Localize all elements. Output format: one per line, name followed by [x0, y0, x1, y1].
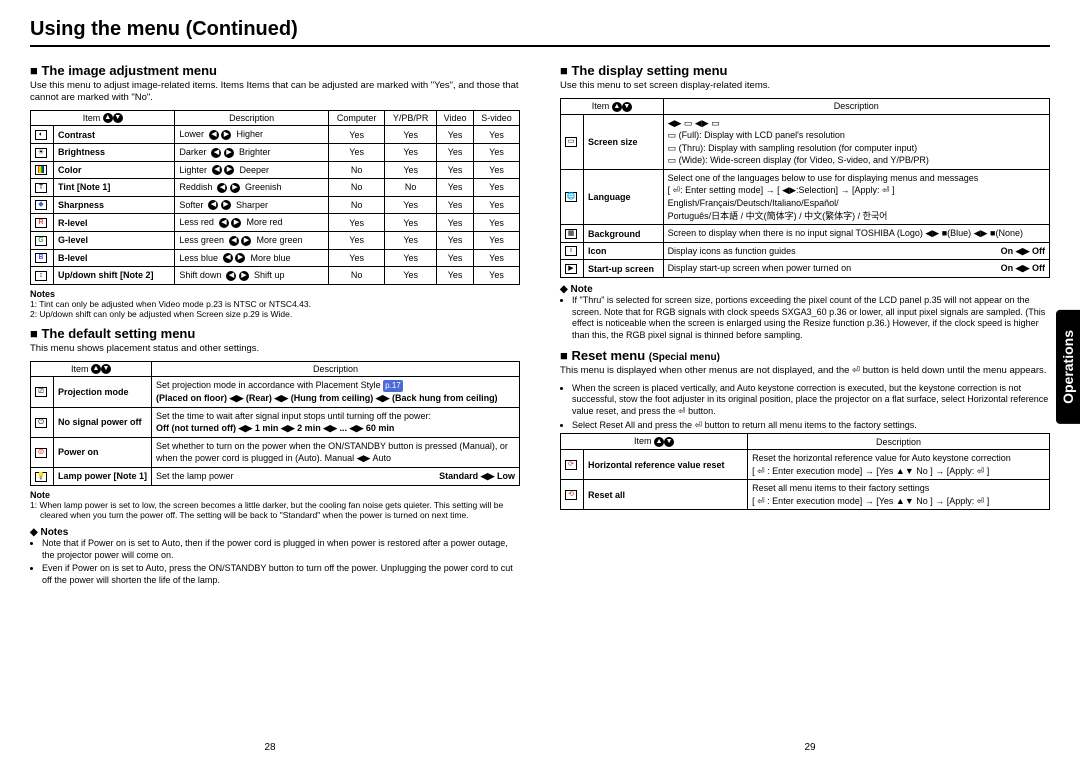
bl-icon — [35, 253, 47, 263]
icon-icon — [565, 246, 577, 256]
table-row: Power onSet whether to turn on the power… — [31, 437, 520, 467]
image-menu-intro: Use this menu to adjust image-related it… — [30, 80, 520, 104]
lang-icon — [565, 192, 577, 202]
hrz-icon — [565, 460, 577, 470]
table-row: LanguageSelect one of the languages belo… — [561, 169, 1050, 224]
display-menu-title: ■ The display setting menu — [560, 63, 1050, 78]
table-row: Screen size◀▶ ▭ ◀▶ ▭▭ (Full): Display wi… — [561, 114, 1050, 169]
display-menu-intro: Use this menu to set screen display-rela… — [560, 80, 1050, 92]
table-row: Brightness Darker Brighter YesYesYesYes — [31, 143, 520, 161]
table-row: No signal power offSet the time to wait … — [31, 407, 520, 437]
reset-menu-intro: This menu is displayed when other menus … — [560, 365, 1050, 377]
default-menu-title: ■ The default setting menu — [30, 326, 520, 341]
page-title: Using the menu (Continued) — [30, 18, 1050, 47]
tint-icon — [35, 183, 47, 193]
table-row: Tint [Note 1] Reddish Greenish NoNoYesYe… — [31, 179, 520, 197]
table-row: Sharpness Softer Sharper NoYesYesYes — [31, 196, 520, 214]
table-row: Up/down shift [Note 2] Shift down Shift … — [31, 267, 520, 285]
table-row: B-level Less blue More blue YesYesYesYes — [31, 249, 520, 267]
nosig-icon — [35, 418, 47, 428]
table-row: R-level Less red More red YesYesYesYes — [31, 214, 520, 232]
display-note: If "Thru" is selected for screen size, p… — [560, 295, 1050, 342]
table-row: Horizontal reference value resetReset th… — [561, 450, 1050, 480]
page-spread: ■ The image adjustment menu Use this men… — [30, 57, 1050, 589]
side-tab-operations: Operations — [1056, 310, 1080, 424]
sharp-icon — [35, 200, 47, 210]
rl-icon — [35, 218, 47, 228]
image-notes-h: Notes — [30, 289, 520, 299]
table-row: Projection modeSet projection mode in ac… — [31, 377, 520, 407]
proj-icon — [35, 387, 47, 397]
left-column: ■ The image adjustment menu Use this men… — [30, 57, 520, 589]
default-notes2-h: ◆ Notes — [30, 527, 520, 538]
pwr-icon — [35, 448, 47, 458]
lamp-icon — [35, 472, 47, 482]
image-notes: 1: Tint can only be adjusted when Video … — [30, 299, 520, 320]
default-menu-intro: This menu shows placement status and oth… — [30, 343, 520, 355]
default-note: 1: When lamp power is set to low, the sc… — [30, 500, 520, 521]
scr-icon — [565, 137, 577, 147]
table-row: Color Lighter Deeper NoYesYesYes — [31, 161, 520, 179]
reset-menu-table: Item Description Horizontal reference va… — [560, 433, 1050, 510]
table-row: G-level Less green More green YesYesYesY… — [31, 231, 520, 249]
default-notes2: Note that if Power on is set to Auto, th… — [30, 538, 520, 587]
table-row: IconDisplay icons as function guides On … — [561, 242, 1050, 260]
display-note-h: ◆ Note — [560, 284, 1050, 295]
bg-icon — [565, 229, 577, 239]
table-row: Lamp power [Note 1]Set the lamp power St… — [31, 468, 520, 486]
right-column: ■ The display setting menu Use this menu… — [560, 57, 1050, 589]
ud-icon — [35, 271, 47, 281]
image-adjust-table: Item Description Computer Y/PB/PR Video … — [30, 110, 520, 285]
table-row: Reset allReset all menu items to their f… — [561, 480, 1050, 510]
display-setting-table: Item Description Screen size◀▶ ▭ ◀▶ ▭▭ (… — [560, 98, 1050, 278]
sun-icon — [35, 148, 47, 158]
table-row: BackgroundScreen to display when there i… — [561, 225, 1050, 243]
start-icon — [565, 264, 577, 274]
moon-icon — [35, 130, 47, 140]
page-numbers: 28 29 — [0, 742, 1080, 753]
image-menu-title: ■ The image adjustment menu — [30, 63, 520, 78]
rst-icon — [565, 490, 577, 500]
reset-menu-bullets: When the screen is placed vertically, an… — [560, 383, 1050, 432]
default-setting-table: Item Description Projection modeSet proj… — [30, 361, 520, 486]
table-row: Contrast Lower Higher YesYesYesYes — [31, 126, 520, 144]
pal-icon — [35, 165, 47, 175]
reset-menu-title: ■ Reset menu (Special menu) — [560, 348, 1050, 363]
table-row: Start-up screenDisplay start-up screen w… — [561, 260, 1050, 278]
default-note-h: Note — [30, 490, 520, 500]
gl-icon — [35, 236, 47, 246]
